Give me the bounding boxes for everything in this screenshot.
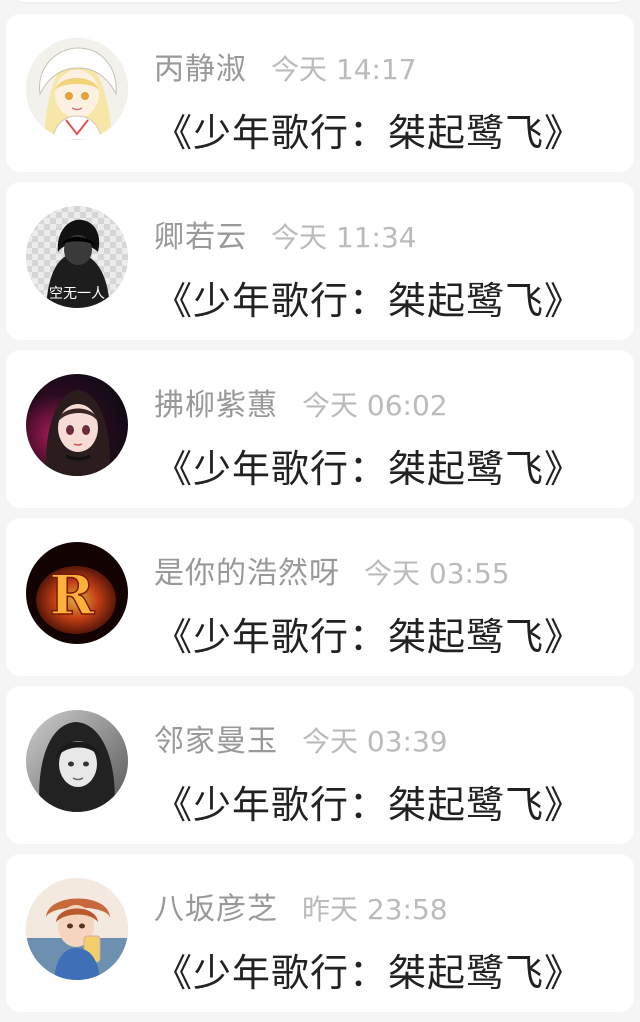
message-meta: 卿若云 今天 11:34 [154,212,417,255]
message-item[interactable]: 丙静淑 今天 14:17 《少年歌行：桀起鹭飞》 [6,14,634,172]
avatar[interactable] [26,710,128,812]
bw-photo-avatar [26,710,128,812]
timestamp: 昨天 23:58 [302,893,448,926]
anime-girl-avatar [26,38,128,140]
message-text: 《少年歌行：桀起鹭飞》 [154,783,584,827]
message-meta: 邻家曼玉 今天 03:39 [154,716,448,759]
sender-name[interactable]: 是你的浩然呀 [154,548,340,592]
avatar[interactable]: R [26,542,128,644]
message-item[interactable]: 拂柳紫蕙 今天 06:02 《少年歌行：桀起鹭飞》 [6,350,634,508]
timestamp: 今天 03:39 [302,725,448,758]
avatar-caption: 空无一人 [49,286,105,302]
message-text: 《少年歌行：桀起鹭飞》 [154,615,584,659]
message-item[interactable]: 邻家曼玉 今天 03:39 《少年歌行：桀起鹭飞》 [6,686,634,844]
message-item[interactable]: R 是你的浩然呀 今天 03:55 《少年歌行：桀起鹭飞》 [6,518,634,676]
sender-name[interactable]: 卿若云 [154,212,247,256]
fire-letter-avatar: R [26,542,128,644]
chat-list-page: 丙静淑 今天 14:17 《少年歌行：桀起鹭飞》 空无一人 卿若云 今天 11:… [0,0,640,1021]
avatar[interactable] [26,38,128,140]
message-text: 《少年歌行：桀起鹭飞》 [154,447,584,491]
message-meta: 是你的浩然呀 今天 03:55 [154,548,510,591]
sender-name[interactable]: 八坂彦芝 [154,884,278,928]
timestamp: 今天 11:34 [271,221,417,254]
message-meta: 拂柳紫蕙 今天 06:02 [154,380,448,423]
message-text: 《少年歌行：桀起鹭飞》 [154,111,584,155]
anime-girl-dark-avatar [26,374,128,476]
timestamp: 今天 03:55 [364,557,510,590]
sender-name[interactable]: 邻家曼玉 [154,716,278,760]
avatar-letter: R [50,563,96,627]
dark-figure-avatar: 空无一人 [26,206,128,308]
message-meta: 八坂彦芝 昨天 23:58 [154,884,448,927]
previous-card-edge [10,0,630,2]
message-text: 《少年歌行：桀起鹭飞》 [154,951,584,995]
photo-girl-drink-avatar [26,878,128,980]
sender-name[interactable]: 拂柳紫蕙 [154,380,278,424]
timestamp: 今天 06:02 [302,389,448,422]
avatar[interactable] [26,374,128,476]
avatar[interactable] [26,878,128,980]
message-meta: 丙静淑 今天 14:17 [154,44,417,87]
sender-name[interactable]: 丙静淑 [154,44,247,88]
timestamp: 今天 14:17 [271,53,417,86]
avatar[interactable]: 空无一人 [26,206,128,308]
message-list: 丙静淑 今天 14:17 《少年歌行：桀起鹭飞》 空无一人 卿若云 今天 11:… [0,14,640,1022]
message-item[interactable]: 八坂彦芝 昨天 23:58 《少年歌行：桀起鹭飞》 [6,854,634,1012]
message-item[interactable]: 空无一人 卿若云 今天 11:34 《少年歌行：桀起鹭飞》 [6,182,634,340]
message-text: 《少年歌行：桀起鹭飞》 [154,279,584,323]
